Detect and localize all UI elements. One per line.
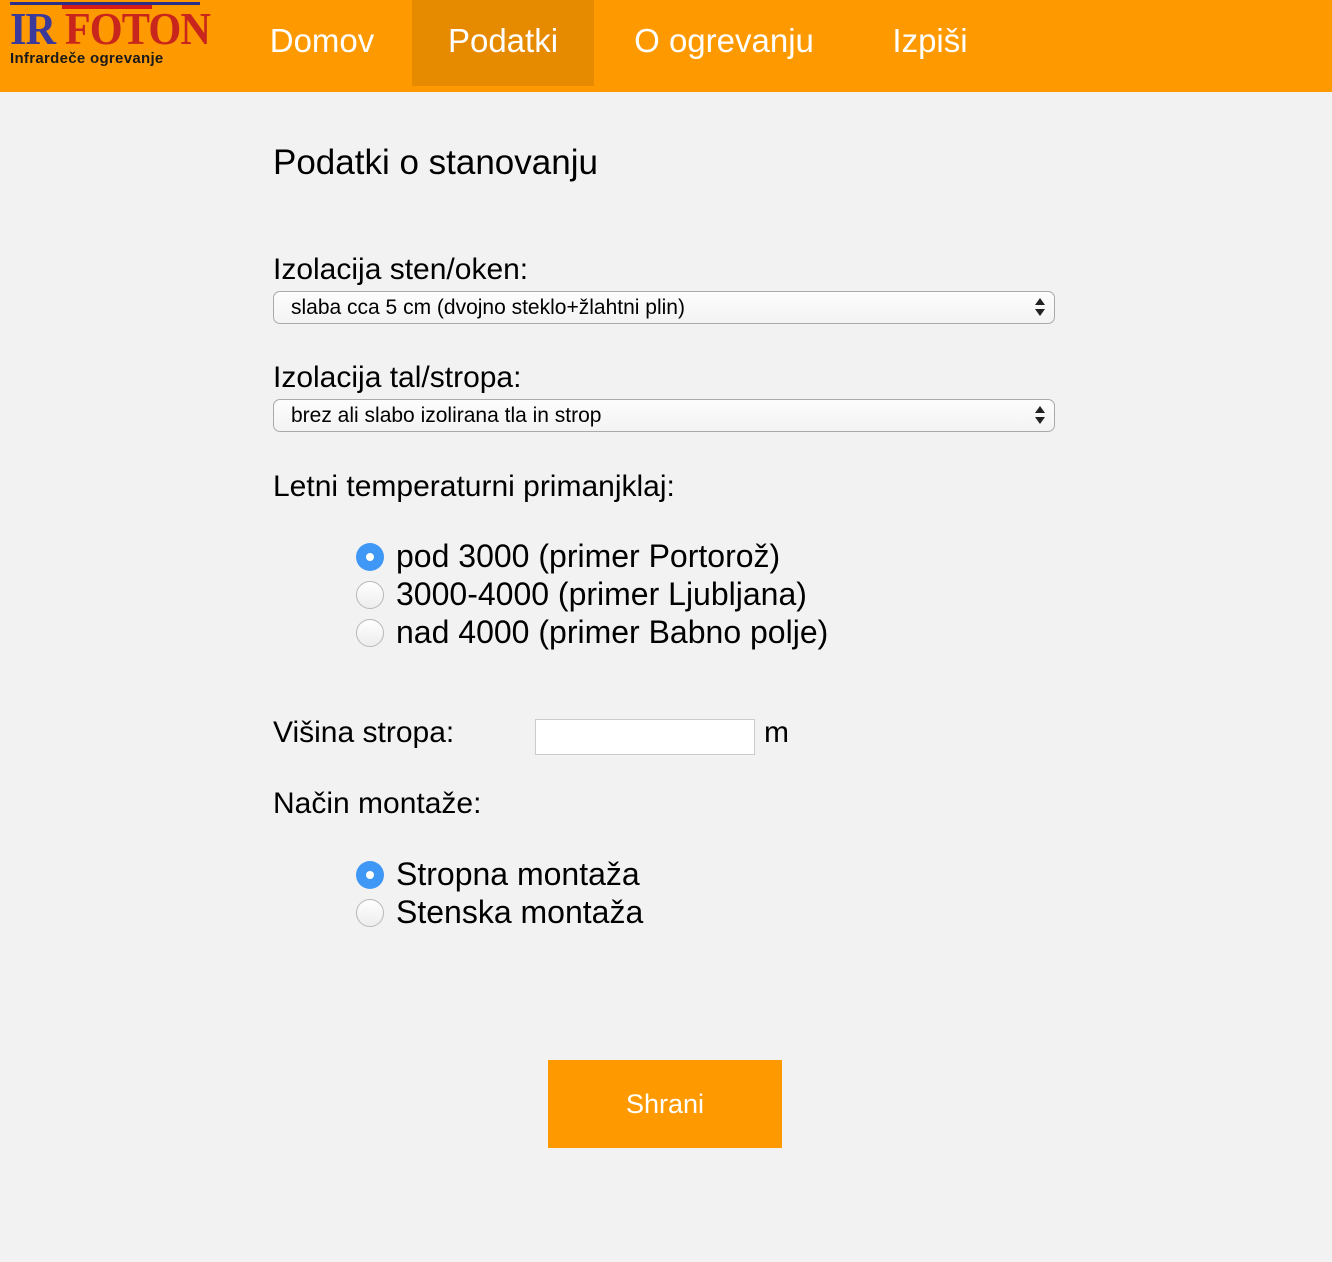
radio-button[interactable] (356, 619, 384, 647)
nav-item-podatki[interactable]: Podatki (412, 0, 594, 86)
save-button[interactable]: Shrani (548, 1060, 782, 1148)
ceiling-height-input[interactable] (535, 719, 755, 755)
radio-label: 3000-4000 (primer Ljubljana) (396, 576, 807, 612)
floor-insulation-label: Izolacija tal/stropa: (273, 361, 522, 394)
nav-item-o-ogrevanju[interactable]: O ogrevanju (600, 0, 848, 86)
top-navbar: IR FOTON Infrardeče ogrevanje Domov Poda… (0, 0, 1332, 92)
logo-foton-text: FOTON (64, 3, 211, 54)
select-arrows-icon (1034, 404, 1046, 428)
page-title: Podatki o stanovanju (273, 143, 598, 182)
logo-ir-text: IR (10, 3, 56, 54)
floor-insulation-select[interactable]: brez ali slabo izolirana tla in strop (273, 399, 1055, 432)
radio-button-checked[interactable] (356, 543, 384, 571)
radio-label: pod 3000 (primer Portorož) (396, 538, 781, 574)
logo-subtitle: Infrardeče ogrevanje (10, 50, 164, 67)
ir-foton-logo[interactable]: IR FOTON Infrardeče ogrevanje (10, 2, 211, 74)
temperature-deficit-label: Letni temperaturni primanjklaj: (273, 470, 675, 503)
radio-button[interactable] (356, 581, 384, 609)
radio-label: nad 4000 (primer Babno polje) (396, 614, 829, 650)
ceiling-height-label: Višina stropa: (273, 716, 455, 749)
walls-insulation-value: slaba cca 5 cm (dvojno steklo+žlahtni pl… (291, 296, 685, 319)
mounting-method-label: Način montaže: (273, 787, 482, 820)
nav-item-domov[interactable]: Domov (236, 0, 408, 86)
radio-button-checked[interactable] (356, 861, 384, 889)
radio-label: Stropna montaža (396, 856, 640, 892)
radio-button[interactable] (356, 899, 384, 927)
nav-item-izpisi[interactable]: Izpiši (860, 0, 1000, 86)
walls-insulation-label: Izolacija sten/oken: (273, 253, 529, 286)
select-arrows-icon (1034, 296, 1046, 320)
floor-insulation-value: brez ali slabo izolirana tla in strop (291, 404, 602, 427)
walls-insulation-select[interactable]: slaba cca 5 cm (dvojno steklo+žlahtni pl… (273, 291, 1055, 324)
logo-wordmark: IR FOTON (10, 3, 211, 54)
ceiling-height-unit: m (764, 716, 789, 749)
radio-label: Stenska montaža (396, 894, 644, 930)
